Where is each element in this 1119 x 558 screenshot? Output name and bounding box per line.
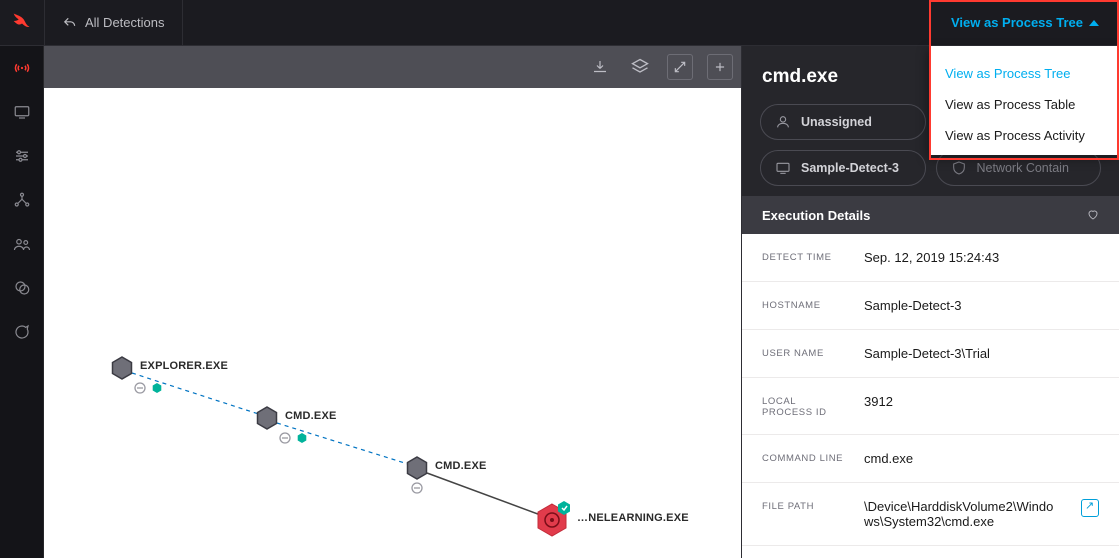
circles-icon bbox=[13, 279, 31, 297]
brand-logo[interactable] bbox=[0, 0, 44, 45]
tree-svg bbox=[44, 88, 741, 558]
canvas-tool-zoom[interactable] bbox=[707, 54, 733, 80]
detail-body[interactable]: DETECT TIME Sep. 12, 2019 15:24:43 HOSTN… bbox=[742, 234, 1119, 558]
user-icon bbox=[775, 114, 791, 130]
back-label: All Detections bbox=[85, 15, 164, 30]
back-all-detections[interactable]: All Detections bbox=[44, 0, 183, 45]
top-bar: All Detections View as Process Tree bbox=[0, 0, 1119, 46]
view-mode-dropdown-trigger[interactable]: View as Process Tree bbox=[931, 15, 1119, 30]
row-file-path: FILE PATH \Device\HarddiskVolume2\Window… bbox=[742, 483, 1119, 546]
node-label-cmd2[interactable]: CMD.EXE bbox=[435, 460, 487, 472]
network-contain-label: Network Contain bbox=[977, 161, 1069, 175]
canvas-toolbar bbox=[44, 46, 741, 88]
sidebar-item-live[interactable] bbox=[0, 46, 44, 90]
host-pill[interactable]: Sample-Detect-3 bbox=[760, 150, 926, 186]
live-signal-icon bbox=[13, 59, 31, 77]
download-icon bbox=[591, 58, 609, 76]
section-header-execution[interactable]: Execution Details bbox=[742, 196, 1119, 234]
canvas-tool-layers[interactable] bbox=[627, 54, 653, 80]
host-row: Sample-Detect-3 Network Contain bbox=[742, 150, 1119, 196]
row-command-line: COMMAND LINE cmd.exe bbox=[742, 435, 1119, 483]
monitor-icon bbox=[13, 103, 31, 121]
app-root: All Detections View as Process Tree View… bbox=[0, 0, 1119, 558]
monitor-small-icon bbox=[775, 160, 791, 176]
open-file-path[interactable] bbox=[1077, 499, 1099, 517]
network-contain-pill[interactable]: Network Contain bbox=[936, 150, 1102, 186]
section-header-label: Execution Details bbox=[762, 208, 870, 223]
host-label: Sample-Detect-3 bbox=[801, 161, 899, 175]
node-label-explorer[interactable]: EXPLORER.EXE bbox=[140, 360, 228, 372]
process-tree-canvas: EXPLORER.EXE CMD.EXE CMD.EXE …NELEARNING… bbox=[44, 46, 741, 558]
undo-icon bbox=[63, 16, 77, 30]
view-option-process-tree[interactable]: View as Process Tree bbox=[929, 58, 1119, 89]
sidebar-item-monitor[interactable] bbox=[0, 90, 44, 134]
sidebar-item-chat[interactable] bbox=[0, 310, 44, 354]
view-mode-label: View as Process Tree bbox=[951, 15, 1083, 30]
view-option-process-activity[interactable]: View as Process Activity bbox=[929, 120, 1119, 151]
assign-label: Unassigned bbox=[801, 115, 872, 129]
node-label-cmd1[interactable]: CMD.EXE bbox=[285, 410, 337, 422]
sidebar-item-users[interactable] bbox=[0, 222, 44, 266]
sliders-icon bbox=[13, 147, 31, 165]
assign-pill[interactable]: Unassigned bbox=[760, 104, 926, 140]
sidebar-item-graph[interactable] bbox=[0, 178, 44, 222]
falcon-icon bbox=[11, 11, 33, 31]
row-hostname: HOSTNAME Sample-Detect-3 bbox=[742, 282, 1119, 330]
row-executable: EXECUTABLE db06c3534964e3fc79d2763144ba5… bbox=[742, 546, 1119, 558]
external-link-icon bbox=[1081, 499, 1099, 517]
expand-diag-icon bbox=[673, 60, 687, 74]
graph-icon bbox=[13, 191, 31, 209]
row-detect-time: DETECT TIME Sep. 12, 2019 15:24:43 bbox=[742, 234, 1119, 282]
heart-outline-icon[interactable] bbox=[1087, 209, 1099, 221]
view-option-process-table[interactable]: View as Process Table bbox=[929, 89, 1119, 120]
layers-icon bbox=[630, 57, 650, 77]
users-icon bbox=[13, 235, 31, 253]
canvas-body[interactable]: EXPLORER.EXE CMD.EXE CMD.EXE …NELEARNING… bbox=[44, 88, 741, 558]
row-username: USER NAME Sample-Detect-3\Trial bbox=[742, 330, 1119, 378]
shield-icon bbox=[951, 160, 967, 176]
sidebar-item-sliders[interactable] bbox=[0, 134, 44, 178]
node-label-nelearning[interactable]: …NELEARNING.EXE bbox=[577, 512, 689, 524]
view-mode-dropdown-panel: View as Process Tree View as Process Tab… bbox=[929, 46, 1119, 155]
plus-icon bbox=[713, 60, 727, 74]
row-local-pid: LOCAL PROCESS ID 3912 bbox=[742, 378, 1119, 435]
nav-sidebar bbox=[0, 46, 44, 558]
canvas-tool-fit[interactable] bbox=[667, 54, 693, 80]
canvas-tool-download[interactable] bbox=[587, 54, 613, 80]
chat-icon bbox=[13, 323, 31, 341]
sidebar-item-circles[interactable] bbox=[0, 266, 44, 310]
chevron-up-icon bbox=[1089, 20, 1099, 26]
